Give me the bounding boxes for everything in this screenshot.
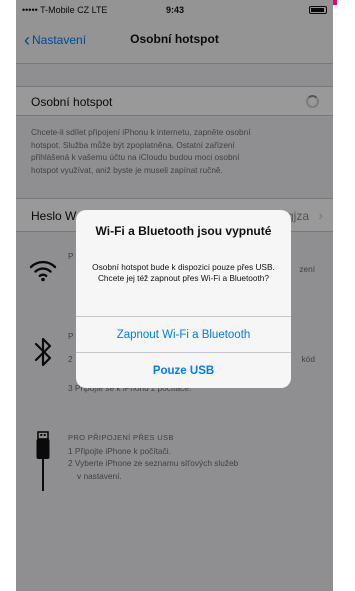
alert-title: Wi-Fi a Bluetooth jsou vypnuté <box>95 224 272 238</box>
alert-message: Osobní hotspot bude k dispozici pouze př… <box>92 262 275 283</box>
enable-wifi-bluetooth-button[interactable]: Zapnout Wi-Fi a Bluetooth <box>76 316 291 352</box>
alert-dialog: Wi-Fi a Bluetooth jsou vypnuté Osobní ho… <box>76 210 291 388</box>
phone-screen: ••••• T-Mobile CZ LTE 9:43 ‹ Nastavení O… <box>16 0 333 591</box>
usb-only-button[interactable]: Pouze USB <box>76 352 291 388</box>
